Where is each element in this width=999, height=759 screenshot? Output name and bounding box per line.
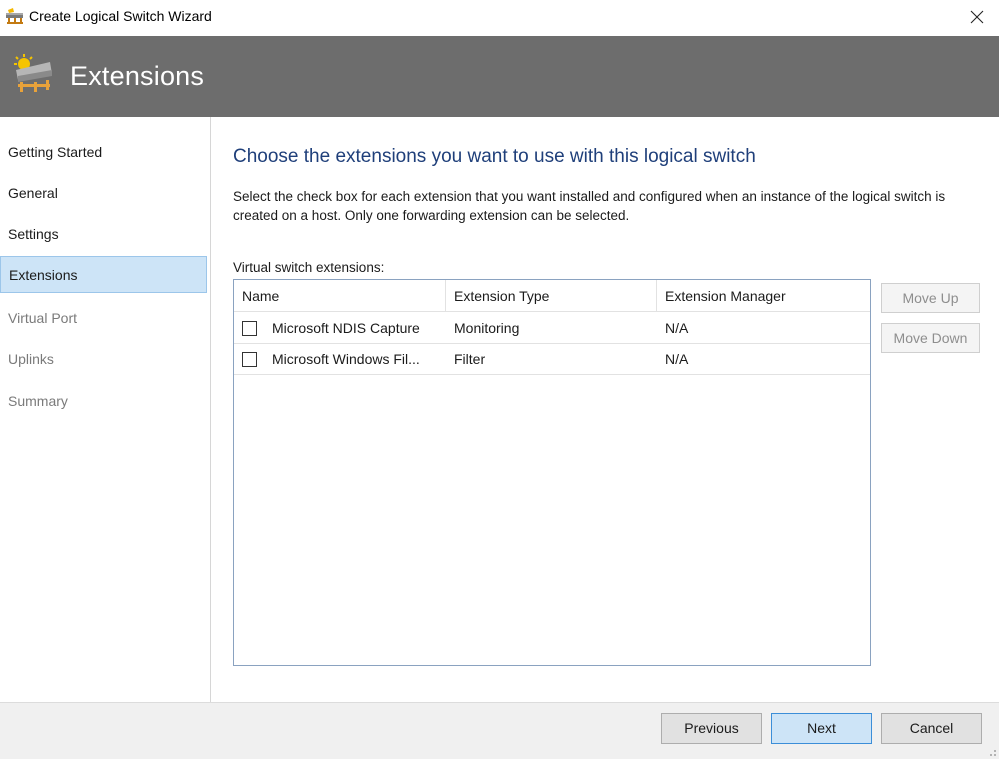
- extension-type: Monitoring: [454, 320, 520, 336]
- column-header-extension-manager[interactable]: Extension Manager: [657, 280, 870, 312]
- wizard-steps-nav: Getting Started General Settings Extensi…: [0, 117, 211, 702]
- logical-switch-icon: [14, 54, 52, 92]
- extension-manager: N/A: [665, 351, 689, 367]
- extension-name: Microsoft Windows Fil...: [272, 351, 420, 367]
- row-checkbox[interactable]: [242, 352, 257, 367]
- close-icon: [970, 10, 984, 24]
- nav-item-summary[interactable]: Summary: [0, 383, 207, 420]
- close-button[interactable]: [955, 0, 999, 34]
- page-heading: Choose the extensions you want to use wi…: [233, 146, 756, 167]
- table-row[interactable]: Microsoft Windows Fil... Filter N/A: [234, 344, 870, 375]
- table-header: Name Extension Type Extension Manager: [234, 280, 870, 312]
- move-down-button[interactable]: Move Down: [881, 323, 980, 353]
- nav-item-settings[interactable]: Settings: [0, 216, 207, 253]
- row-checkbox[interactable]: [242, 321, 257, 336]
- column-header-extension-type[interactable]: Extension Type: [446, 280, 657, 312]
- nav-item-uplinks[interactable]: Uplinks: [0, 341, 207, 378]
- extensions-list-label: Virtual switch extensions:: [233, 260, 385, 275]
- page-description: Select the check box for each extension …: [233, 189, 946, 223]
- nav-item-general[interactable]: General: [0, 175, 207, 212]
- main-content: Choose the extensions you want to use wi…: [212, 117, 999, 702]
- title-bar: Create Logical Switch Wizard: [0, 0, 999, 36]
- resize-grip-icon[interactable]: [985, 745, 997, 757]
- previous-button[interactable]: Previous: [661, 713, 762, 744]
- nav-item-extensions[interactable]: Extensions: [0, 256, 207, 293]
- nav-item-getting-started[interactable]: Getting Started: [0, 134, 207, 171]
- next-button[interactable]: Next: [771, 713, 872, 744]
- table-row[interactable]: Microsoft NDIS Capture Monitoring N/A: [234, 313, 870, 344]
- wizard-footer: Previous Next Cancel: [0, 702, 999, 759]
- extension-manager: N/A: [665, 320, 689, 336]
- extensions-table: Name Extension Type Extension Manager Mi…: [233, 279, 871, 666]
- header-title: Extensions: [70, 61, 205, 91]
- window-title: Create Logical Switch Wizard: [29, 8, 212, 24]
- logical-switch-icon: [6, 8, 23, 24]
- move-up-button[interactable]: Move Up: [881, 283, 980, 313]
- extension-name: Microsoft NDIS Capture: [272, 320, 420, 336]
- wizard-header: Extensions: [0, 36, 999, 117]
- cancel-button[interactable]: Cancel: [881, 713, 982, 744]
- nav-item-virtual-port[interactable]: Virtual Port: [0, 300, 207, 337]
- column-header-name[interactable]: Name: [234, 280, 446, 312]
- extension-type: Filter: [454, 351, 486, 367]
